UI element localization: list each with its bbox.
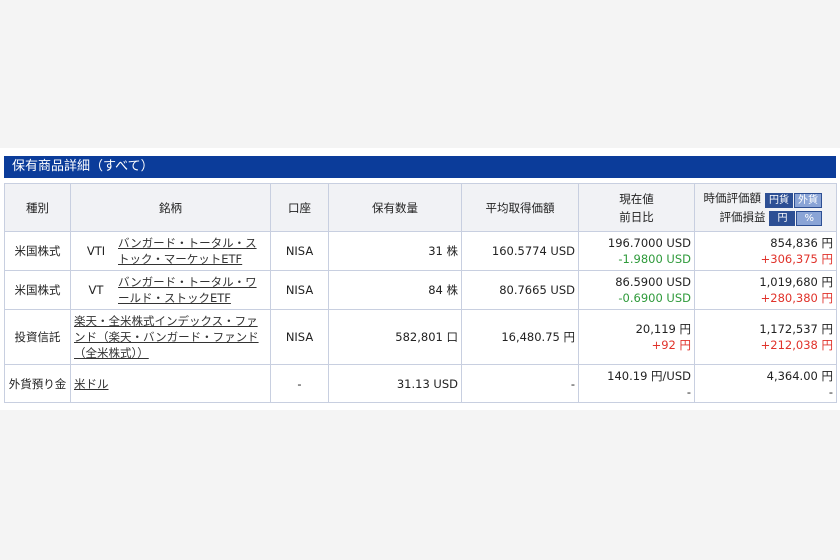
cell-price: 86.5900 USD -0.6900 USD [578,270,695,310]
holdings-panel: 保有商品詳細（すべて） 種別 銘柄 口座 保有数量 平均取得価額 現在値 前日比 [0,148,840,410]
header-quantity: 保有数量 [328,183,462,232]
toggle-foreign-button[interactable]: 外貨 [794,192,822,208]
cell-type: 投資信託 [4,309,71,365]
current-price: 196.7000 USD [607,236,691,250]
market-value: 1,172,537 円 [759,322,833,336]
table-row: 米国株式 VT バンガード・トータル・ワールド・ストックETF NISA 84 株… [4,270,837,310]
profit-loss: +280,380 円 [760,291,833,305]
cell-value: 4,364.00 円 - [694,364,837,403]
header-avg-cost: 平均取得価額 [461,183,579,232]
cell-avg-cost: - [461,364,579,403]
profit-loss: - [828,384,833,399]
toggle-yen-button[interactable]: 円 [769,211,796,226]
header-value-label: 時価評価額 [703,191,762,205]
cell-value: 854,836 円 +306,375 円 [694,231,837,271]
cell-avg-cost: 80.7665 USD [461,270,579,310]
holdings-table: 種別 銘柄 口座 保有数量 平均取得価額 現在値 前日比 時価評価額 円貨 外貨 評… [4,183,837,403]
currency-link[interactable]: 米ドル [74,377,109,391]
fund-name-link[interactable]: バンガード・トータル・ストック・マーケットETF [118,235,260,267]
day-change: -0.6900 USD [618,291,691,305]
table-row: 投資信託 楽天・全米株式インデックス・ファンド（楽天・バンガード・ファンド（全米… [4,309,837,365]
day-change: - [686,384,691,399]
value-currency-toggle: 円貨 外貨 [764,190,822,208]
header-pl-label: 評価損益 [719,209,766,224]
cell-name: 米ドル [70,364,271,403]
market-value: 4,364.00 円 [766,368,833,383]
cell-type: 米国株式 [4,231,71,271]
table-header-row: 種別 銘柄 口座 保有数量 平均取得価額 現在値 前日比 時価評価額 円貨 外貨 評… [4,183,837,232]
cell-name: VT バンガード・トータル・ワールド・ストックETF [70,270,271,310]
header-type: 種別 [4,183,71,232]
day-change: +92 円 [651,338,691,352]
header-pl-row: 評価損益円% [696,208,822,226]
cell-quantity: 31.13 USD [328,364,462,403]
current-price: 86.5900 USD [615,275,691,289]
cell-account: NISA [270,270,329,310]
profit-loss: +306,375 円 [760,252,833,266]
cell-value: 1,172,537 円 +212,038 円 [694,309,837,365]
header-value-row: 時価評価額 円貨 外貨 [696,189,822,208]
market-value: 1,019,680 円 [759,275,833,289]
cell-account: - [270,364,329,403]
header-value: 時価評価額 円貨 外貨 評価損益円% [694,183,837,232]
cell-ticker: VTI [86,244,106,258]
toggle-jpy-button[interactable]: 円貨 [765,192,793,208]
table-row: 外貨預り金 米ドル - 31.13 USD - 140.19 円/USD - 4… [4,364,837,403]
cell-price: 20,119 円 +92 円 [578,309,695,365]
cell-quantity: 84 株 [328,270,462,310]
cell-account: NISA [270,231,329,271]
pl-unit-toggle: 円% [768,208,822,226]
toggle-percent-button[interactable]: % [796,211,822,226]
header-price-label: 現在値 [619,191,654,206]
header-name: 銘柄 [70,183,271,232]
cell-price: 196.7000 USD -1.9800 USD [578,231,695,271]
cell-type: 外貨預り金 [4,364,71,403]
current-price: 20,119 円 [635,322,691,336]
cell-account: NISA [270,309,329,365]
table-row: 米国株式 VTI バンガード・トータル・ストック・マーケットETF NISA 31… [4,231,837,271]
fund-name-link[interactable]: 楽天・全米株式インデックス・ファンド（楽天・バンガード・ファンド（全米株式）） [74,313,267,361]
cell-name: VTI バンガード・トータル・ストック・マーケットETF [70,231,271,271]
fund-name-link[interactable]: バンガード・トータル・ワールド・ストックETF [118,274,260,306]
cell-quantity: 31 株 [328,231,462,271]
market-value: 854,836 円 [770,236,833,250]
cell-avg-cost: 160.5774 USD [461,231,579,271]
header-change-label: 前日比 [619,209,654,224]
cell-price: 140.19 円/USD - [578,364,695,403]
cell-ticker: VT [88,283,104,297]
section-title: 保有商品詳細（すべて） [4,156,836,178]
current-price: 140.19 円/USD [607,368,691,383]
day-change: -1.9800 USD [618,252,691,266]
cell-value: 1,019,680 円 +280,380 円 [694,270,837,310]
header-account: 口座 [270,183,329,232]
header-price: 現在値 前日比 [578,183,695,232]
cell-avg-cost: 16,480.75 円 [461,309,579,365]
cell-name: 楽天・全米株式インデックス・ファンド（楽天・バンガード・ファンド（全米株式）） [70,309,271,365]
cell-type: 米国株式 [4,270,71,310]
cell-quantity: 582,801 口 [328,309,462,365]
profit-loss: +212,038 円 [760,338,833,352]
